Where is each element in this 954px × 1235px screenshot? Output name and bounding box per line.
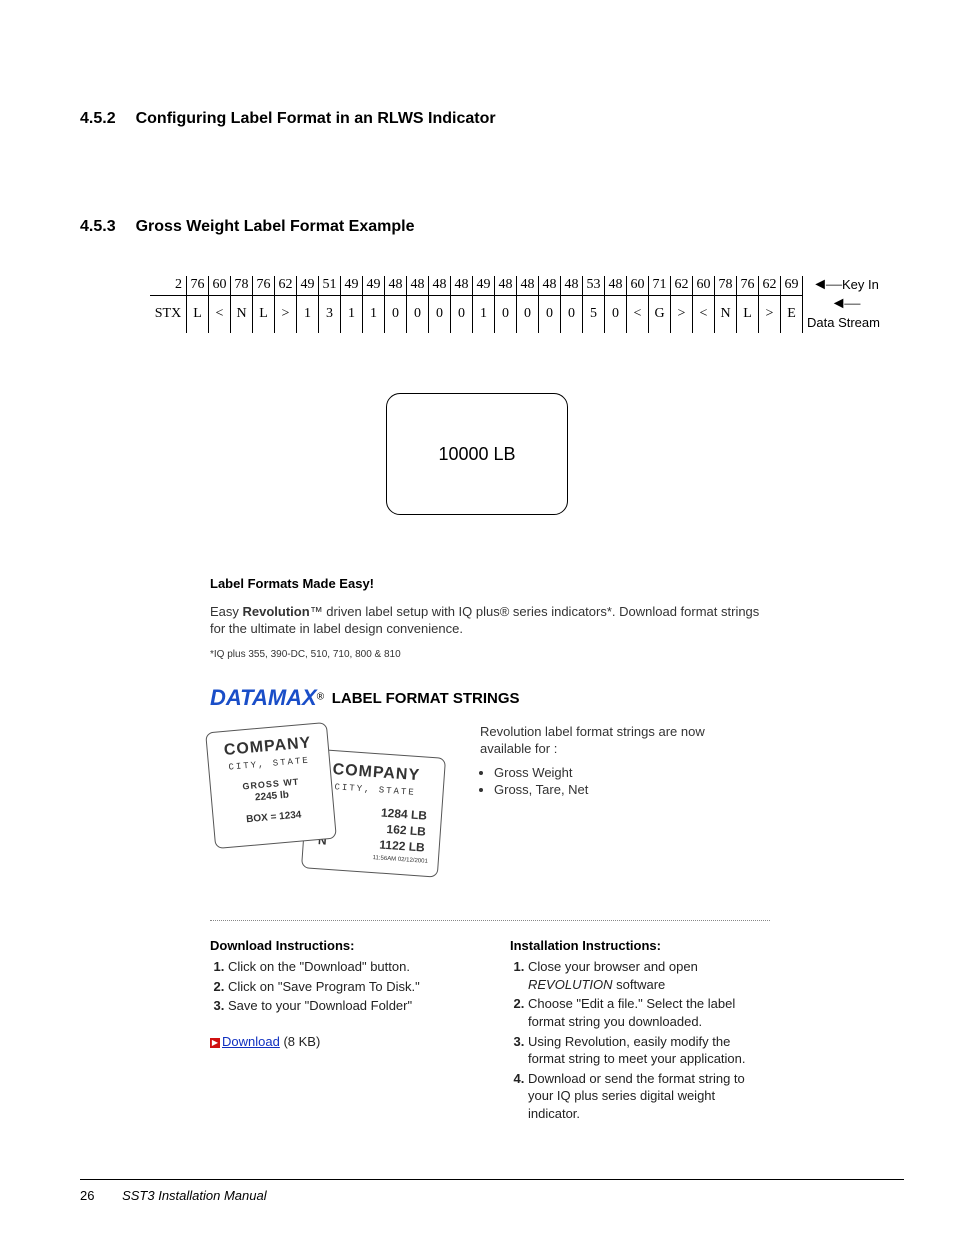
brand-logo: DATAMAX xyxy=(210,683,317,713)
list-item: Gross Weight xyxy=(494,764,740,782)
footer: 26 SST3 Installation Manual xyxy=(80,1188,267,1203)
ad-panel: Label Formats Made Easy! Easy Revolution… xyxy=(210,575,770,1124)
ad-disclaimer: *IQ plus 355, 390-DC, 510, 710, 800 & 81… xyxy=(210,648,770,662)
download-steps: Click on the "Download" button. Click on … xyxy=(210,958,470,1015)
ad-right-col: Revolution label format strings are now … xyxy=(480,723,740,799)
brand-reg: ® xyxy=(317,692,324,703)
footer-rule xyxy=(80,1179,904,1180)
manual-title: SST3 Installation Manual xyxy=(122,1188,267,1203)
list-item: Close your browser and open REVOLUTION s… xyxy=(528,958,770,993)
ad-subhead: LABEL FORMAT STRINGS xyxy=(332,689,520,709)
byte-table: 2766078766249514949484848484948484848534… xyxy=(150,276,882,333)
weight-value: 10000 LB xyxy=(438,444,515,465)
ad-right-list: Gross WeightGross, Tare, Net xyxy=(480,764,740,799)
page-number: 26 xyxy=(80,1188,94,1203)
ad-brand-row: DATAMAX® LABEL FORMAT STRINGS xyxy=(210,683,770,713)
list-item: Click on the "Download" button. xyxy=(228,958,470,976)
ad-body: Easy Revolution™ driven label setup with… xyxy=(210,603,770,638)
weight-display: 10000 LB xyxy=(386,393,568,515)
list-item: Click on "Save Program To Disk." xyxy=(228,978,470,996)
list-item: Save to your "Download Folder" xyxy=(228,997,470,1015)
list-item: Download or send the format string to yo… xyxy=(528,1070,770,1123)
divider xyxy=(210,920,770,921)
section-4-5-2-heading: 4.5.2 Configuring Label Format in an RLW… xyxy=(80,110,874,128)
list-item: Choose "Edit a file." Select the label f… xyxy=(528,995,770,1030)
section-number: 4.5.3 xyxy=(80,218,116,236)
section-number: 4.5.2 xyxy=(80,110,116,128)
ticket-preview: COMPANY CITY, STATE GROSS WT 2245 lb BOX… xyxy=(210,723,450,898)
arrow-left-icon: ◄— xyxy=(812,276,840,293)
download-instructions: Download Instructions: Click on the "Dow… xyxy=(210,937,470,1124)
section-title: Gross Weight Label Format Example xyxy=(136,218,415,236)
list-item: Using Revolution, easily modify the form… xyxy=(528,1033,770,1068)
ad-headline: Label Formats Made Easy! xyxy=(210,575,770,593)
section-4-5-3-heading: 4.5.3 Gross Weight Label Format Example xyxy=(80,218,874,236)
section-title: Configuring Label Format in an RLWS Indi… xyxy=(136,110,496,128)
download-icon: ▶ xyxy=(210,1038,220,1048)
download-size: (8 KB) xyxy=(283,1034,320,1049)
download-link[interactable]: Download xyxy=(222,1034,280,1049)
byte-table-figure: 2766078766249514949484848484948484848534… xyxy=(150,276,874,333)
ticket-gross: COMPANY CITY, STATE GROSS WT 2245 lb BOX… xyxy=(205,722,337,849)
install-instructions: Installation Instructions: Close your br… xyxy=(510,937,770,1124)
arrow-left-icon: ◄— xyxy=(831,295,859,312)
install-steps: Close your browser and open REVOLUTION s… xyxy=(510,958,770,1122)
list-item: Gross, Tare, Net xyxy=(494,781,740,799)
